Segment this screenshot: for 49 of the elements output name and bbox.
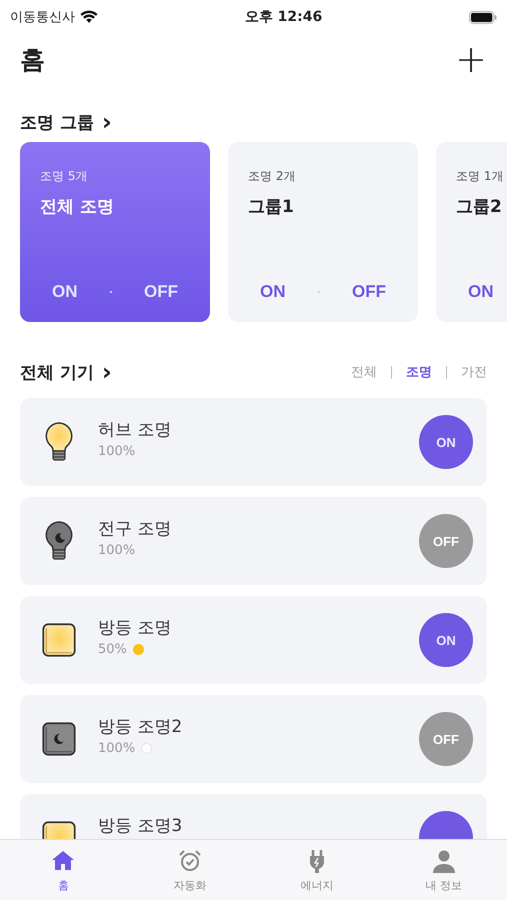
power-toggle[interactable]: OFF — [419, 712, 473, 766]
group-name: 그룹2 — [456, 196, 503, 218]
brightness-text: 100% — [98, 741, 136, 756]
device-name: 방등 조명 — [98, 618, 172, 638]
device-name: 허브 조명 — [98, 420, 172, 440]
power-toggle[interactable]: ON — [419, 415, 473, 469]
device-name: 전구 조명 — [98, 519, 172, 540]
section-link[interactable]: 조명 그룹 › — [20, 110, 112, 134]
on-button[interactable]: ON — [52, 282, 78, 302]
group-card[interactable]: 조명 5개 전체 조명 ON OFF — [20, 142, 210, 322]
tab-bar-item[interactable]: 에너지 — [266, 848, 367, 892]
device-name: 방등 조명2 — [98, 717, 184, 738]
tab-bar-item[interactable]: 내 정보 — [394, 848, 494, 892]
on-button[interactable]: ON — [468, 282, 494, 302]
brightness-text: 50% — [98, 642, 127, 658]
group-card[interactable]: 조명 2개 그룹1 ON OFF — [228, 142, 418, 322]
group-card[interactable]: 조명 1개 그룹2 ON — [436, 142, 507, 322]
device-card[interactable]: 허브 조명 100% ON — [20, 398, 487, 486]
off-button[interactable]: OFF — [352, 282, 386, 302]
filter-tab[interactable]: 전체 — [351, 363, 377, 381]
device-card[interactable]: 전구 조명 100% OFF — [20, 497, 487, 585]
status-time: 오후 12:46 — [244, 8, 322, 26]
device-name: 방등 조명3 — [98, 816, 184, 836]
brightness-text: 100% — [98, 543, 136, 558]
carrier-name: 이동통신사 — [10, 9, 75, 26]
device-card[interactable]: 방등 조명3 — [20, 794, 487, 839]
off-button[interactable]: OFF — [144, 282, 178, 302]
brightness-text: 100% — [98, 444, 136, 460]
group-name: 그룹1 — [248, 196, 295, 218]
alarm-clock-icon — [177, 848, 204, 874]
power-toggle[interactable]: OFF — [419, 514, 473, 568]
battery-icon — [469, 10, 497, 24]
on-button[interactable]: ON — [260, 282, 286, 302]
tab-bar-item[interactable]: 홈 — [13, 848, 114, 892]
tab-bar-item[interactable]: 자동화 — [140, 848, 240, 892]
filter-tab[interactable]: 가전 — [461, 363, 487, 381]
add-button[interactable]: + — [455, 40, 487, 78]
light-count: 조명 2개 — [248, 168, 296, 185]
device-card[interactable]: 방등 조명 50% ON — [20, 596, 487, 684]
device-card[interactable]: 방등 조명2 100% OFF — [20, 695, 487, 783]
person-icon — [430, 848, 457, 874]
section-link[interactable]: 전체 기기 › — [20, 360, 112, 384]
wifi-icon — [80, 10, 98, 24]
light-count: 조명 5개 — [40, 168, 88, 185]
filter-tab[interactable]: 조명 — [406, 363, 432, 381]
group-name: 전체 조명 — [40, 196, 115, 218]
light-count: 조명 1개 — [456, 168, 504, 185]
page-title: 홈 — [20, 44, 45, 76]
power-toggle[interactable]: ON — [419, 613, 473, 667]
